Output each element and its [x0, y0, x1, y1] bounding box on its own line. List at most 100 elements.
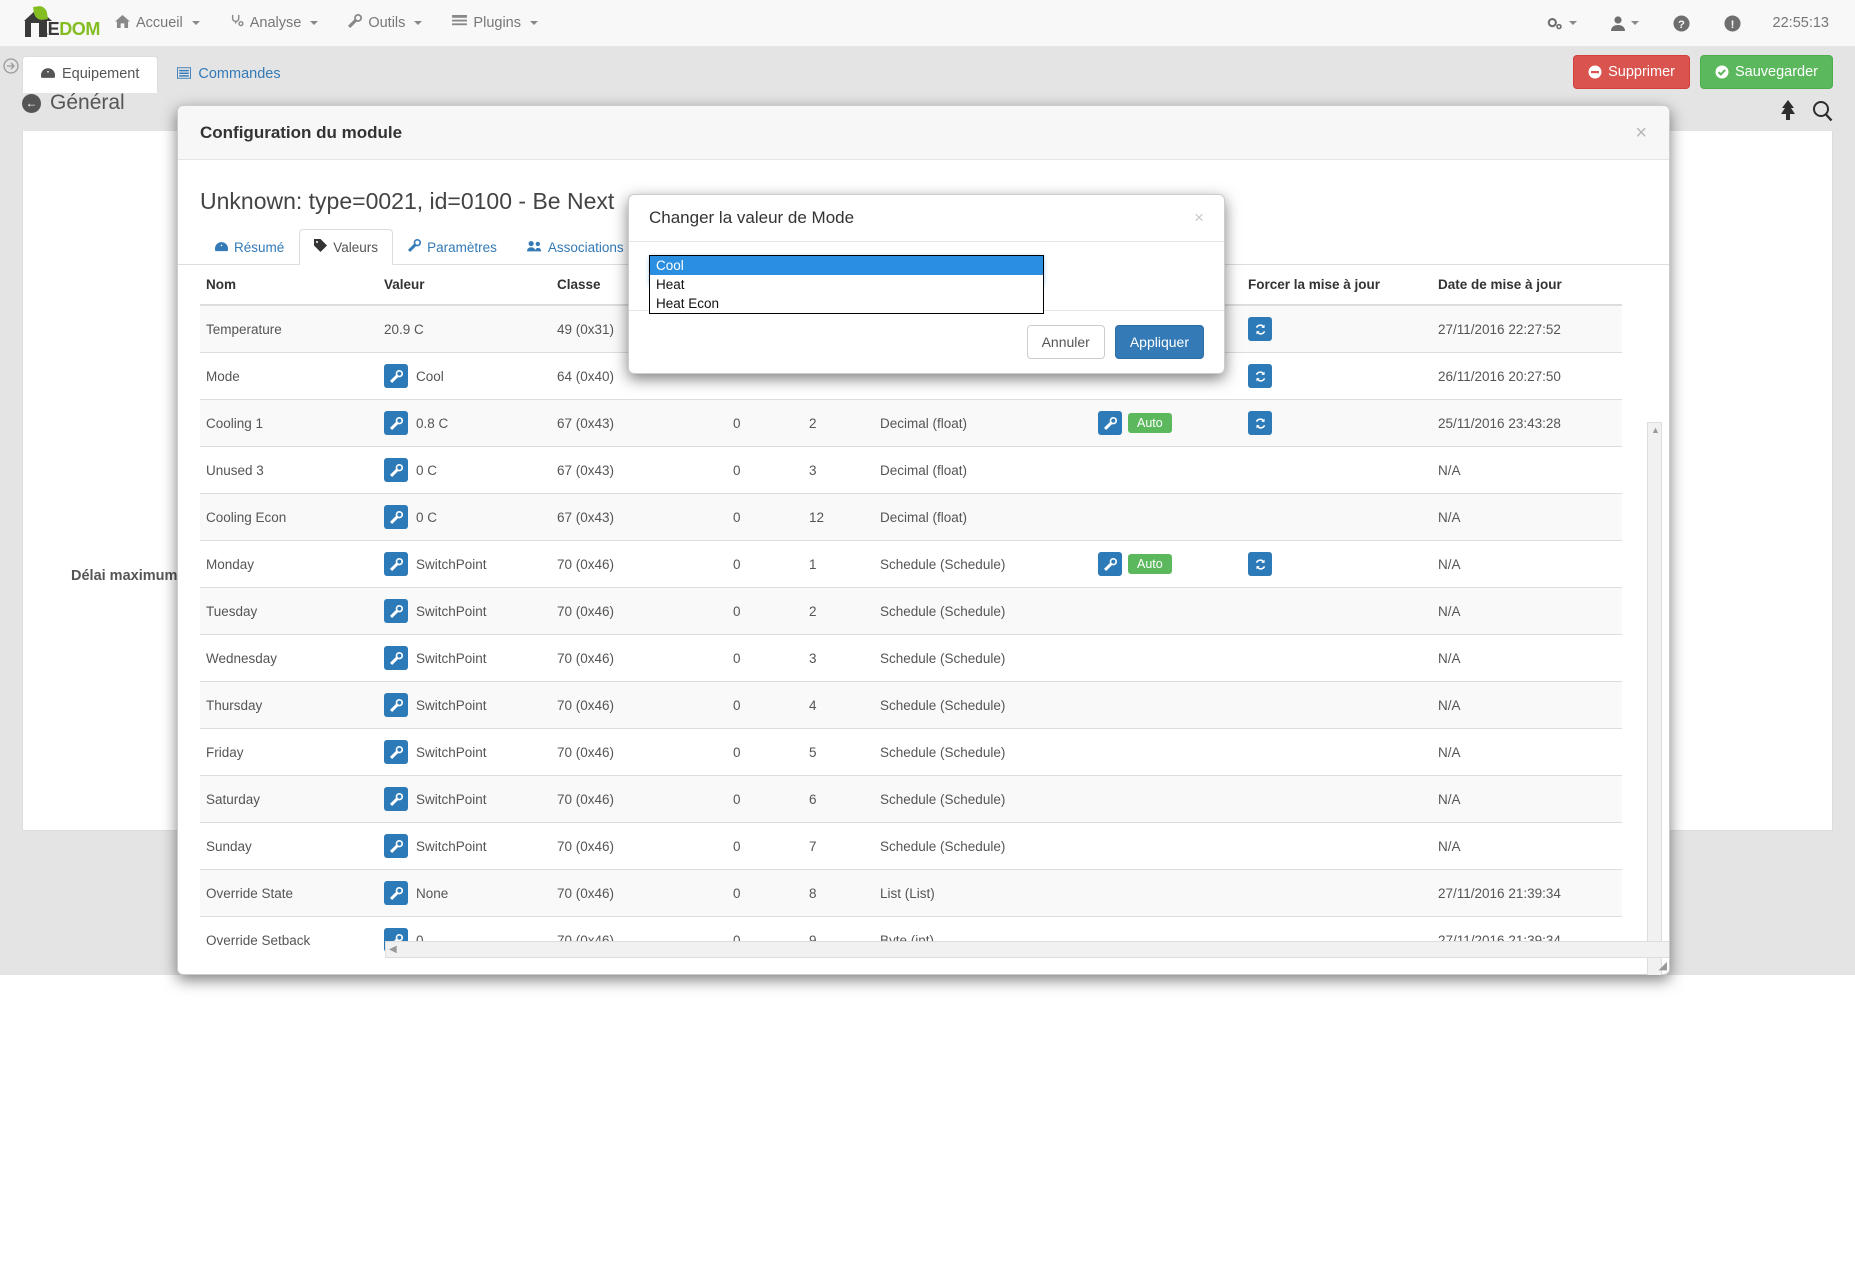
- cell-nom: Cooling Econ: [200, 493, 378, 541]
- cell-nom: Temperature: [200, 304, 378, 353]
- cell-value-text: SwitchPoint: [416, 603, 487, 619]
- cell-instance: 0: [727, 822, 803, 870]
- cell-date: 26/11/2016 20:27:50: [1432, 352, 1622, 400]
- vertical-scrollbar[interactable]: ▲ ▼: [1647, 422, 1662, 975]
- values-table-body: Temperature 20.9 C 49 (0x31) 27/11/2016 22:…: [200, 304, 1622, 963]
- modal-title: Configuration du module: [200, 122, 403, 142]
- auto-badge[interactable]: Auto: [1128, 413, 1172, 433]
- cell-value-text: SwitchPoint: [416, 791, 487, 807]
- scroll-up-icon[interactable]: ▲: [1650, 425, 1661, 436]
- save-button[interactable]: Sauvegarder: [1699, 55, 1833, 89]
- cell-action: [1092, 587, 1242, 635]
- cell-value-text: 0.8 C: [416, 415, 449, 431]
- edit-value-button[interactable]: [384, 505, 408, 529]
- horizontal-scrollbar[interactable]: ◀ ▶: [385, 941, 1669, 958]
- edit-value-button[interactable]: [384, 411, 408, 435]
- cell-type: List (List): [874, 869, 1092, 917]
- cell-date: 27/11/2016 22:27:52: [1432, 304, 1622, 353]
- cell-index: 2: [803, 587, 874, 635]
- force-refresh-button[interactable]: [1248, 364, 1272, 388]
- nav-item-plugins[interactable]: Plugins: [437, 0, 553, 47]
- screen: EEDOM Accueil Analyse Outils Plugins ? !…: [0, 0, 1855, 1280]
- close-icon[interactable]: ×: [1635, 123, 1647, 143]
- auto-badge[interactable]: Auto: [1128, 554, 1172, 574]
- change-value-modal-footer: Annuler Appliquer: [629, 310, 1224, 373]
- cell-type: Decimal (float): [874, 446, 1092, 494]
- force-refresh-button[interactable]: [1248, 552, 1272, 576]
- edit-value-button[interactable]: [384, 881, 408, 905]
- brand-logo-area[interactable]: EEDOM: [0, 5, 100, 40]
- alert-icon[interactable]: !: [1712, 14, 1753, 32]
- cell-date: N/A: [1432, 634, 1622, 682]
- wrench-icon: [348, 13, 363, 32]
- scroll-left-icon[interactable]: ◀: [389, 944, 397, 955]
- page-title: ← Général: [22, 91, 125, 115]
- cell-nom: Cooling 1: [200, 399, 378, 447]
- edit-value-button[interactable]: [384, 834, 408, 858]
- cell-value-text: SwitchPoint: [416, 838, 487, 854]
- edit-value-button[interactable]: [384, 740, 408, 764]
- tree-icon[interactable]: [1778, 100, 1798, 128]
- cell-instance: 0: [727, 728, 803, 776]
- mode-option[interactable]: Cool: [650, 256, 1043, 275]
- cell-action: [1092, 446, 1242, 494]
- table-row: Cooling Econ 0 C 67 (0x43) 0 12 Decimal (floa…: [200, 493, 1622, 541]
- sidebar-toggle-icon[interactable]: [3, 58, 19, 78]
- cell-instance: 0: [727, 681, 803, 729]
- force-refresh-button[interactable]: [1248, 317, 1272, 341]
- cancel-button[interactable]: Annuler: [1026, 325, 1105, 359]
- search-icon[interactable]: [1812, 100, 1833, 128]
- cell-classe: 70 (0x46): [551, 587, 727, 635]
- delete-button-label: Supprimer: [1608, 64, 1675, 80]
- modal-tab-label: Valeurs: [333, 239, 379, 255]
- edit-value-button[interactable]: [1098, 552, 1122, 576]
- edit-value-button[interactable]: [384, 599, 408, 623]
- cell-nom: Tuesday: [200, 587, 378, 635]
- modal-tab-associations[interactable]: Associations: [512, 230, 639, 265]
- mode-option[interactable]: Heat: [650, 275, 1043, 294]
- modal-tab-valeurs[interactable]: Valeurs: [299, 229, 394, 265]
- users-icon: [526, 240, 542, 255]
- chevron-down-icon: [191, 21, 200, 25]
- cell-nom: Wednesday: [200, 634, 378, 682]
- tab-equipement[interactable]: Equipement: [22, 56, 159, 93]
- cell-forcer: [1242, 587, 1432, 635]
- chevron-down-icon: [529, 21, 538, 25]
- mode-option[interactable]: Heat Econ: [650, 294, 1043, 313]
- cell-nom: Sunday: [200, 822, 378, 870]
- tab-commandes[interactable]: Commandes: [158, 56, 299, 93]
- edit-value-button[interactable]: [1098, 411, 1122, 435]
- help-icon[interactable]: ?: [1661, 14, 1702, 32]
- force-refresh-button[interactable]: [1248, 411, 1272, 435]
- brand-text-dom: DOM: [59, 18, 100, 39]
- mode-select-dropdown-list[interactable]: Cool Heat Heat Econ: [649, 255, 1044, 314]
- edit-value-button[interactable]: [384, 787, 408, 811]
- apply-button[interactable]: Appliquer: [1114, 325, 1204, 359]
- modal-tab-parametres[interactable]: Paramètres: [393, 229, 512, 265]
- cell-classe: 70 (0x46): [551, 775, 727, 823]
- cell-forcer: [1242, 493, 1432, 541]
- nav-item-accueil[interactable]: Accueil: [100, 0, 215, 47]
- back-arrow-icon[interactable]: ←: [22, 93, 41, 113]
- cell-type: Schedule (Schedule): [874, 728, 1092, 776]
- nav-item-analyse[interactable]: Analyse: [215, 0, 334, 47]
- edit-value-button[interactable]: [384, 364, 408, 388]
- edit-value-button[interactable]: [384, 646, 408, 670]
- navbar-right: ? ! 22:55:13: [1535, 14, 1855, 32]
- cell-nom: Mode: [200, 352, 378, 400]
- edit-value-button[interactable]: [384, 693, 408, 717]
- cell-classe: 70 (0x46): [551, 540, 727, 588]
- nav-item-label: Plugins: [473, 15, 521, 31]
- gears-icon[interactable]: [1535, 16, 1589, 31]
- cell-valeur: 0 C: [378, 493, 551, 541]
- edit-value-button[interactable]: [384, 458, 408, 482]
- delete-button[interactable]: Supprimer: [1573, 55, 1690, 89]
- user-icon[interactable]: [1599, 15, 1651, 31]
- cell-value-text: 0 C: [416, 462, 438, 478]
- close-icon[interactable]: ×: [1194, 208, 1204, 228]
- edit-value-button[interactable]: [384, 552, 408, 576]
- modal-tab-resume[interactable]: Résumé: [200, 230, 299, 265]
- nav-item-outils[interactable]: Outils: [333, 0, 437, 47]
- cell-date: N/A: [1432, 775, 1622, 823]
- resize-grip-icon[interactable]: ◢: [1659, 959, 1667, 972]
